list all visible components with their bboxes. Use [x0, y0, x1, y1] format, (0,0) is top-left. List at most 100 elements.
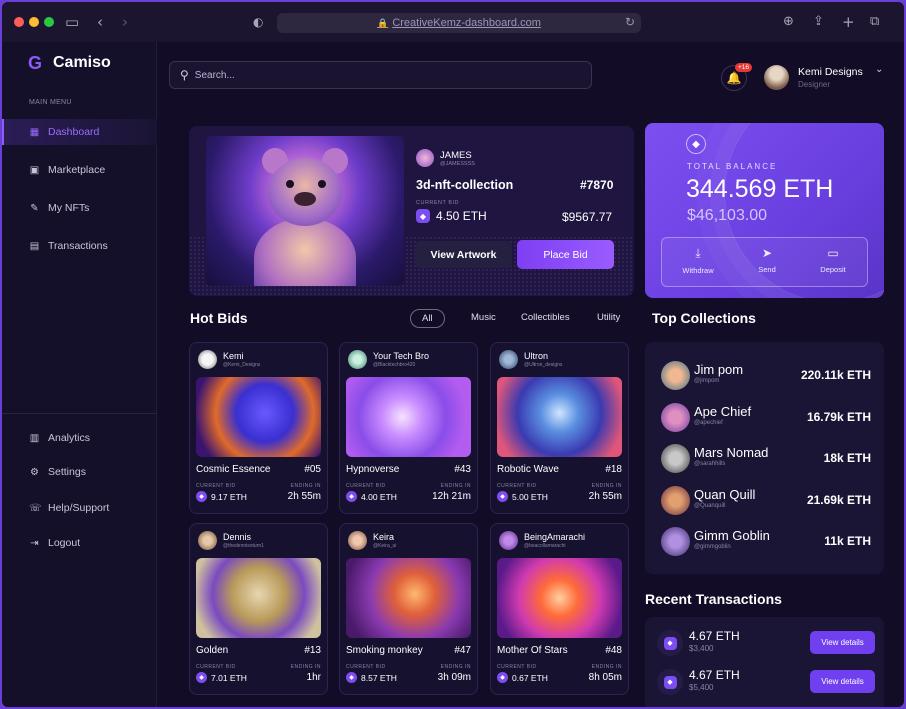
nft-number: #47: [454, 645, 471, 656]
nft-title: Mother Of Stars: [497, 645, 568, 656]
document-icon: ▤: [29, 240, 40, 252]
collection-name: Quan Quill: [694, 487, 756, 502]
collection-name: Jim pom: [694, 362, 744, 377]
search-input[interactable]: [194, 69, 575, 81]
featured-bid: ◆ 4.50 ETH: [416, 209, 487, 223]
minimize-window-button[interactable]: [29, 17, 39, 27]
creator-name: BeingAmarachi: [524, 532, 586, 542]
sidebar-item-my-nfts[interactable]: ✎ My NFTs: [2, 195, 157, 221]
nft-card[interactable]: Your Tech Bro @Blacktechbro420 Hypnovers…: [339, 342, 478, 514]
notification-badge: +16: [735, 63, 753, 72]
nft-ending: 2h 55m: [287, 491, 321, 502]
hot-bids-title: Hot Bids: [190, 310, 248, 326]
nft-image[interactable]: [196, 377, 321, 457]
nft-image[interactable]: [346, 558, 471, 638]
nft-image[interactable]: [196, 558, 321, 638]
collection-handle: @gimmgoblin: [694, 544, 731, 550]
chevron-down-icon[interactable]: ⌄: [875, 64, 883, 75]
nft-card[interactable]: Ultron @Ultron_designs Robotic Wave #18 …: [490, 342, 629, 514]
ending-in-label: ENDING IN: [591, 483, 622, 489]
ending-in-label: ENDING IN: [440, 664, 471, 670]
nft-bid: ◆ 0.67 ETH: [497, 672, 548, 683]
forward-icon[interactable]: ›: [122, 13, 128, 31]
creator-handle: @Blacktechbro420: [373, 362, 416, 368]
view-details-button[interactable]: View details: [810, 670, 875, 693]
filter-music[interactable]: Music: [471, 312, 496, 323]
nft-eth: 7.01 ETH: [211, 672, 247, 683]
maximize-window-button[interactable]: [44, 17, 54, 27]
featured-eth: 4.50 ETH: [436, 209, 487, 223]
creator-avatar: [499, 350, 518, 369]
creator-handle: @Keira_ui: [373, 543, 397, 549]
view-details-button[interactable]: View details: [810, 631, 875, 654]
collection-row[interactable]: Jim pom @jimpom 220.11k ETH: [661, 361, 871, 393]
nft-card[interactable]: Kemi @Kemi_Designs Cosmic Essence #05 CU…: [189, 342, 328, 514]
sidebar-item-label: Transactions: [48, 240, 108, 252]
nft-image[interactable]: [346, 377, 471, 457]
withdraw-button[interactable]: ⤓ Withdraw: [672, 246, 724, 275]
nft-ending: 12h 21m: [432, 491, 471, 502]
sidebar-item-dashboard[interactable]: ▦ Dashboard: [2, 119, 157, 145]
transaction-row: ◆ 4.67 ETH $3,400 View details: [657, 627, 877, 659]
current-bid-label: CURRENT BID: [497, 483, 537, 489]
download-icon[interactable]: ⊕: [783, 13, 794, 31]
back-icon[interactable]: ‹: [97, 13, 103, 31]
collection-value: 220.11k ETH: [800, 368, 871, 382]
ending-in-label: ENDING IN: [290, 483, 321, 489]
close-window-button[interactable]: [14, 17, 24, 27]
nft-card[interactable]: BeingAmarachi @beacollamarachi Mother Of…: [490, 523, 629, 695]
nft-bid: ◆ 7.01 ETH: [196, 672, 247, 683]
view-artwork-button[interactable]: View Artwork: [415, 241, 512, 268]
nft-image[interactable]: [497, 558, 622, 638]
owner-avatar[interactable]: [416, 149, 434, 167]
sidebar-item-transactions[interactable]: ▤ Transactions: [2, 233, 157, 259]
ethereum-icon: ◆: [346, 491, 357, 502]
sidebar-toggle-icon[interactable]: ▭: [65, 13, 79, 31]
sidebar-item-marketplace[interactable]: ▣ Marketplace: [2, 157, 157, 183]
main-menu-label: MAIN MENU: [29, 99, 72, 106]
collection-row[interactable]: Quan Quill @Quanquill 21.69k ETH: [661, 486, 871, 518]
sidebar-item-logout[interactable]: ⇥ Logout: [2, 530, 157, 556]
nft-eth: 0.67 ETH: [512, 672, 548, 683]
share-icon[interactable]: ⇪: [813, 13, 824, 31]
collection-value: 18k ETH: [823, 451, 871, 465]
sidebar-item-label: Dashboard: [48, 126, 100, 138]
nft-card[interactable]: Dennis @thedennisoturn1 Golden #13 CURRE…: [189, 523, 328, 695]
shop-icon: ▣: [29, 164, 40, 176]
filter-all[interactable]: All: [410, 309, 445, 328]
brand-name: Camiso: [53, 54, 111, 71]
address-bar[interactable]: 🔒 CreativeKemz-dashboard.com ↻: [277, 13, 641, 33]
user-avatar[interactable]: [764, 65, 789, 90]
shield-icon[interactable]: ◐: [253, 13, 263, 31]
ending-in-label: ENDING IN: [440, 483, 471, 489]
collection-row[interactable]: Mars Nomad @sarahhills 18k ETH: [661, 444, 871, 476]
brand-logo[interactable]: G Camiso: [28, 54, 111, 72]
filter-utility[interactable]: Utility: [597, 312, 620, 323]
tabs-overview-icon[interactable]: ⧉: [870, 13, 879, 31]
nft-ending: 2h 55m: [588, 491, 622, 502]
place-bid-button[interactable]: Place Bid: [517, 240, 614, 269]
reload-icon[interactable]: ↻: [625, 15, 635, 29]
sidebar-item-settings[interactable]: ⚙ Settings: [2, 459, 157, 485]
transaction-row: ◆ 4.67 ETH $5,400 View details: [657, 666, 877, 698]
filter-collectibles[interactable]: Collectibles: [521, 312, 570, 323]
sidebar-item-analytics[interactable]: ▥ Analytics: [2, 425, 157, 451]
deposit-button[interactable]: ▭ Deposit: [807, 246, 859, 274]
featured-nft-image[interactable]: [206, 136, 404, 286]
creator-name: Dennis: [223, 532, 252, 542]
sidebar-item-help[interactable]: ☏ Help/Support: [2, 495, 157, 521]
collection-row[interactable]: Ape Chief @apechief 16.79k ETH: [661, 403, 871, 435]
send-button[interactable]: ➤ Send: [741, 246, 793, 274]
url-text: CreativeKemz-dashboard.com: [392, 17, 541, 29]
new-tab-icon[interactable]: +: [842, 13, 855, 31]
total-balance-label: TOTAL BALANCE: [687, 162, 778, 171]
nft-number: #48: [605, 645, 622, 656]
sidebar-item-label: Help/Support: [48, 502, 110, 514]
nft-card[interactable]: Keira @Keira_ui Smoking monkey #47 CURRE…: [339, 523, 478, 695]
collection-row[interactable]: Gimm Goblin @gimmgoblin 11k ETH: [661, 527, 871, 559]
phone-icon: ☏: [29, 502, 42, 514]
current-bid-label: CURRENT BID: [196, 483, 236, 489]
collection-avatar: [661, 403, 690, 432]
transaction-eth: 4.67 ETH: [689, 629, 740, 643]
nft-image[interactable]: [497, 377, 622, 457]
